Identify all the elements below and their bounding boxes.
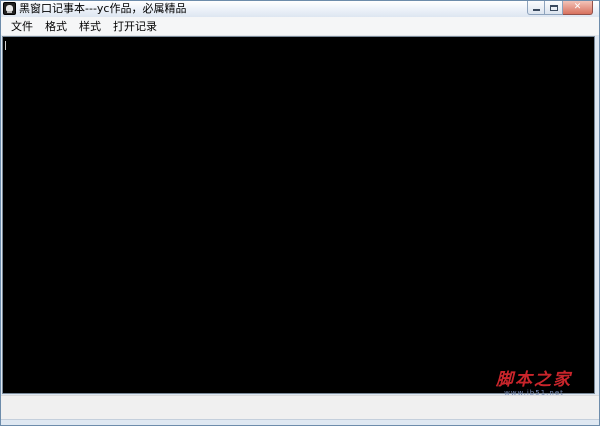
menu-format[interactable]: 格式 [39,17,73,36]
menu-style[interactable]: 样式 [73,17,107,36]
window-bottom-border [1,419,599,425]
caption-buttons: ✕ [527,1,593,17]
skull-app-icon[interactable] [3,2,16,15]
window-title: 黑窗口记事本---yc作品，必属精品 [19,2,187,15]
title-bar[interactable]: 黑窗口记事本---yc作品，必属精品 ✕ [1,1,599,17]
app-window: 黑窗口记事本---yc作品，必属精品 ✕ 文件 格式 样式 打开记录 脚本之家 … [0,0,600,426]
menu-open-history[interactable]: 打开记录 [107,17,163,36]
maximize-button[interactable] [545,1,563,15]
text-caret [5,41,6,50]
maximize-icon [549,4,558,11]
watermark-main: 脚本之家 [496,370,572,390]
text-editor-area[interactable] [2,36,595,394]
close-button[interactable]: ✕ [563,1,593,15]
minimize-button[interactable] [527,1,545,15]
menu-bar: 文件 格式 样式 打开记录 [1,17,599,36]
close-icon: ✕ [573,2,582,12]
menu-file[interactable]: 文件 [5,17,39,36]
minimize-icon [532,9,540,11]
